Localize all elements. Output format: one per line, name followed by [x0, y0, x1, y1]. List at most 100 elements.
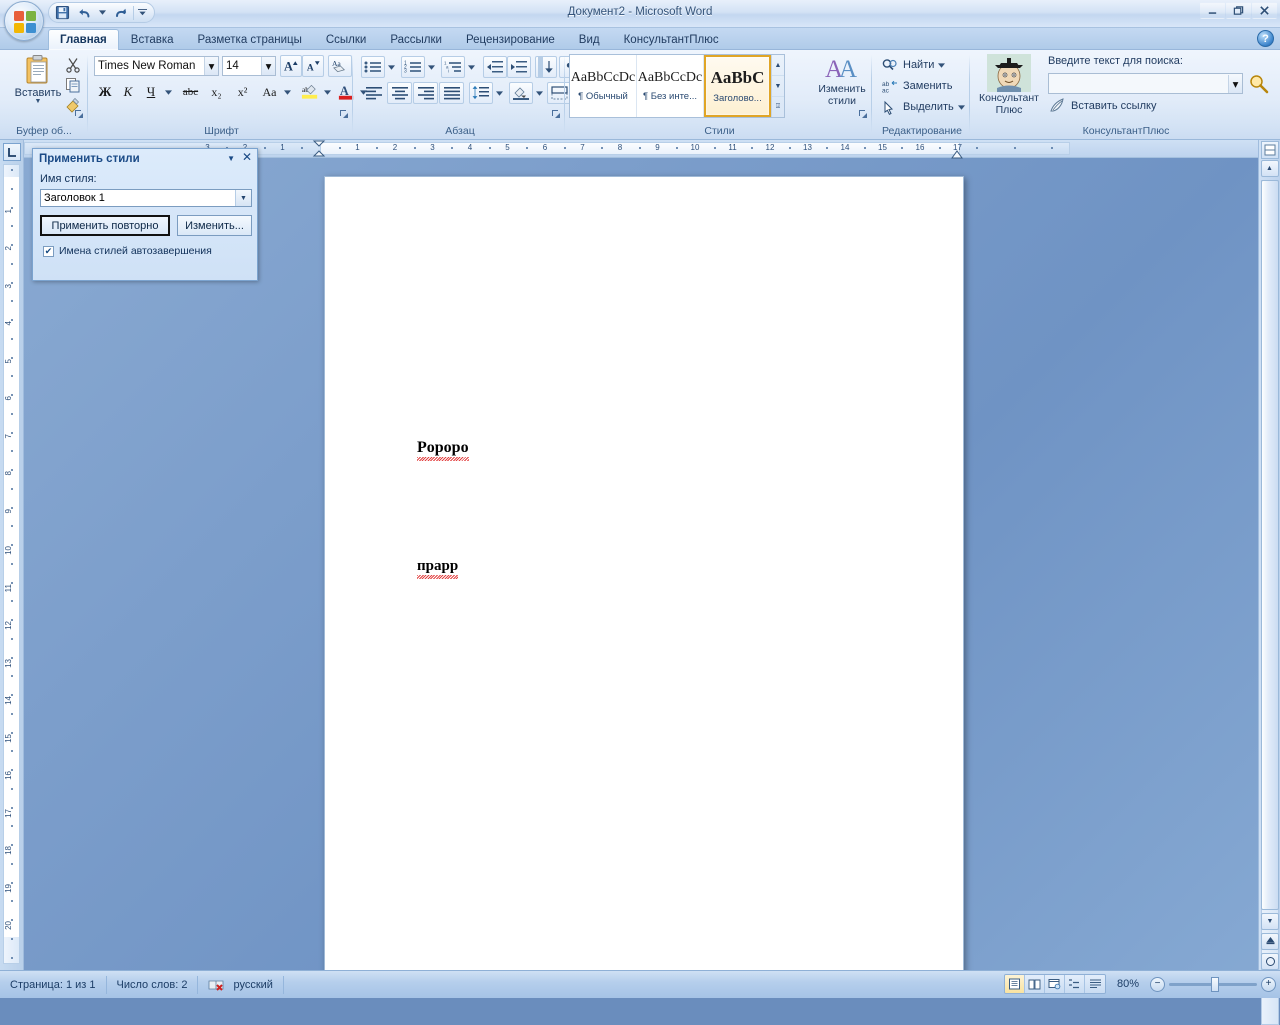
- help-button[interactable]: ?: [1257, 30, 1274, 47]
- numbered-list-dropdown-icon[interactable]: [425, 56, 438, 78]
- font-name-dropdown-icon[interactable]: ▾: [204, 57, 218, 75]
- styles-dialog-launcher[interactable]: [857, 108, 868, 119]
- gallery-scroll-down-icon[interactable]: ▼: [772, 76, 784, 97]
- autocomplete-checkbox[interactable]: ✔: [43, 245, 54, 257]
- restore-button[interactable]: [1226, 2, 1251, 19]
- draft-view-button[interactable]: [1085, 975, 1105, 993]
- font-name-combo[interactable]: Times New Roman ▾: [94, 56, 219, 76]
- consultant-search-dropdown-icon[interactable]: ▾: [1228, 74, 1242, 93]
- apply-styles-pane[interactable]: Применить стили ▼ ✕ Имя стиля: Заголовок…: [32, 148, 258, 281]
- cut-icon[interactable]: [62, 55, 84, 74]
- modify-button[interactable]: Изменить...: [177, 215, 252, 236]
- clipboard-dialog-launcher[interactable]: [73, 108, 84, 119]
- zoom-in-button[interactable]: +: [1261, 976, 1276, 992]
- bold-button[interactable]: Ж: [94, 81, 116, 103]
- grow-font-icon[interactable]: A: [280, 55, 302, 77]
- font-size-dropdown-icon[interactable]: ▾: [261, 57, 275, 75]
- apply-styles-dropdown-icon[interactable]: ▼: [227, 154, 235, 163]
- underline-dropdown-icon[interactable]: [162, 81, 175, 103]
- gallery-more-icon[interactable]: ⍗: [772, 97, 784, 117]
- consultant-search-input[interactable]: ▾: [1048, 73, 1243, 94]
- page-indicator[interactable]: Страница: 1 из 1: [0, 975, 107, 994]
- decrease-indent-icon[interactable]: [483, 56, 507, 78]
- word-count[interactable]: Число слов: 2: [107, 975, 199, 994]
- vertical-scrollbar[interactable]: ▲ ▼: [1258, 140, 1280, 1025]
- document-line-body[interactable]: прарр: [417, 558, 459, 579]
- gallery-scroll-up-icon[interactable]: ▲: [772, 55, 784, 76]
- tab-mailings[interactable]: Рассылки: [378, 29, 454, 50]
- language-indicator[interactable]: русский: [198, 975, 284, 994]
- text-highlight-icon[interactable]: ab: [298, 81, 322, 103]
- align-left-button[interactable]: [361, 82, 386, 104]
- consultant-plus-button[interactable]: Консультант Плюс: [978, 53, 1040, 117]
- document-page[interactable]: Popopo прарр: [324, 176, 964, 976]
- tab-references[interactable]: Ссылки: [314, 29, 379, 50]
- tab-consultant-plus[interactable]: КонсультантПлюс: [612, 29, 731, 50]
- numbered-list-icon[interactable]: 1 2 3: [401, 56, 425, 78]
- multilevel-list-dropdown-icon[interactable]: [465, 56, 478, 78]
- increase-indent-icon[interactable]: [507, 56, 531, 78]
- outline-view-button[interactable]: [1065, 975, 1085, 993]
- shading-icon[interactable]: [509, 82, 533, 104]
- justify-button[interactable]: [439, 82, 464, 104]
- tab-insert[interactable]: Вставка: [119, 29, 186, 50]
- select-browse-object-button[interactable]: [1261, 953, 1279, 970]
- office-button[interactable]: [4, 1, 44, 41]
- zoom-slider-knob[interactable]: [1211, 976, 1219, 992]
- style-item-heading1[interactable]: AaBbC Заголово...: [704, 55, 771, 117]
- first-line-indent-marker[interactable]: [312, 140, 326, 158]
- scrollbar-thumb[interactable]: [1261, 180, 1279, 910]
- paste-button[interactable]: Вставить ▼: [10, 53, 66, 115]
- align-center-button[interactable]: [387, 82, 412, 104]
- find-button[interactable]: Найти: [878, 55, 949, 75]
- close-button[interactable]: [1252, 2, 1277, 19]
- multilevel-list-icon[interactable]: 1 a i: [441, 56, 465, 78]
- apply-styles-close-icon[interactable]: ✕: [242, 151, 252, 163]
- line-spacing-dropdown-icon[interactable]: [493, 82, 506, 104]
- reapply-button[interactable]: Применить повторно: [40, 215, 170, 236]
- right-indent-marker[interactable]: [950, 149, 964, 159]
- autocomplete-checkbox-row[interactable]: ✔ Имена стилей автозавершения: [43, 245, 212, 257]
- previous-page-button[interactable]: [1261, 933, 1279, 950]
- style-name-dropdown-icon[interactable]: ▼: [235, 190, 251, 206]
- underline-button[interactable]: Ч: [140, 81, 162, 103]
- clear-formatting-icon[interactable]: Aa: [328, 55, 352, 77]
- vertical-ruler[interactable]: 1 2 3 4 5 6 7 8 9 10 11 12 13 14 15 16 17 18 19 20: [0, 140, 24, 970]
- select-button[interactable]: Выделить: [878, 97, 969, 117]
- copy-icon[interactable]: [62, 75, 84, 94]
- subscript-button[interactable]: x₂: [204, 81, 229, 103]
- document-line-heading[interactable]: Popopo: [417, 439, 469, 461]
- italic-button[interactable]: К: [117, 81, 139, 103]
- zoom-level[interactable]: 80%: [1110, 978, 1146, 990]
- replace-button[interactable]: ab ac Заменить: [878, 76, 956, 96]
- change-case-button[interactable]: Aa: [257, 81, 282, 103]
- shading-dropdown-icon[interactable]: [533, 82, 546, 104]
- bullet-list-dropdown-icon[interactable]: [385, 56, 398, 78]
- full-screen-reading-view-button[interactable]: [1025, 975, 1045, 993]
- minimize-button[interactable]: [1200, 2, 1225, 19]
- split-window-icon[interactable]: [1260, 141, 1279, 159]
- print-layout-view-button[interactable]: [1005, 975, 1025, 993]
- superscript-button[interactable]: x²: [230, 81, 255, 103]
- insert-link-button[interactable]: Вставить ссылку: [1048, 98, 1156, 114]
- tab-selector-button[interactable]: [3, 143, 21, 161]
- consultant-search-button[interactable]: [1248, 73, 1270, 95]
- font-size-combo[interactable]: 14 ▾: [222, 56, 276, 76]
- tab-home[interactable]: Главная: [48, 29, 119, 50]
- line-spacing-icon[interactable]: [469, 82, 493, 104]
- font-dialog-launcher[interactable]: [338, 108, 349, 119]
- bullet-list-icon[interactable]: [361, 56, 385, 78]
- strikethrough-button[interactable]: abc: [178, 81, 203, 103]
- tab-view[interactable]: Вид: [567, 29, 612, 50]
- zoom-slider[interactable]: [1169, 976, 1257, 992]
- paste-dropdown-icon[interactable]: ▼: [35, 98, 42, 105]
- web-layout-view-button[interactable]: [1045, 975, 1065, 993]
- align-right-button[interactable]: [413, 82, 438, 104]
- style-item-no-spacing[interactable]: AaBbCcDc ¶ Без инте...: [637, 55, 704, 117]
- paragraph-dialog-launcher[interactable]: [550, 108, 561, 119]
- style-name-combo[interactable]: Заголовок 1 ▼: [40, 189, 252, 207]
- scroll-up-button[interactable]: ▲: [1260, 160, 1279, 177]
- highlight-dropdown-icon[interactable]: [321, 81, 334, 103]
- tab-review[interactable]: Рецензирование: [454, 29, 567, 50]
- zoom-out-button[interactable]: −: [1150, 976, 1165, 992]
